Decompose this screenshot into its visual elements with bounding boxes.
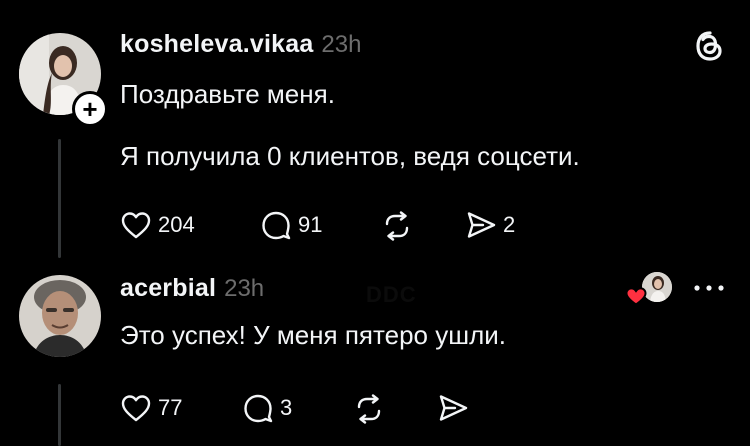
reply-count: 91 — [298, 212, 323, 237]
like-count: 204 — [158, 212, 195, 237]
post-text-line1: Поздравьте меня. — [120, 79, 335, 109]
comment-icon — [262, 211, 291, 240]
author-liked-indicator — [625, 272, 673, 306]
thread-line — [58, 139, 61, 258]
reply-username[interactable]: acerbial — [120, 274, 216, 303]
reply-like-count: 77 — [158, 395, 183, 420]
reply-timestamp: 23h — [224, 275, 265, 302]
more-options-button[interactable] — [692, 281, 726, 299]
more-icon — [694, 285, 724, 291]
reply-header: acerbial 23h — [120, 274, 264, 303]
post-text-line2: Я получила 0 клиентов, ведя соцсети. — [120, 141, 580, 171]
reply-avatar[interactable] — [19, 275, 101, 357]
watermark: DDC — [366, 282, 417, 307]
post-header: kosheleva.vikaa 23h — [120, 30, 361, 59]
threads-logo-icon[interactable] — [693, 29, 727, 63]
repost-button[interactable] — [381, 211, 413, 241]
reply-share-button[interactable] — [437, 393, 469, 423]
reply-thread-line — [58, 384, 61, 446]
repost-icon — [385, 211, 409, 241]
post-username[interactable]: kosheleva.vikaa — [120, 30, 313, 59]
repost-icon — [357, 394, 381, 424]
reply-reply-count: 3 — [280, 395, 293, 420]
heart-icon — [121, 212, 151, 239]
reply-reply-button[interactable]: 3 — [242, 393, 292, 423]
heart-icon — [121, 395, 151, 422]
post-timestamp: 23h — [321, 31, 362, 58]
reply-button[interactable]: 91 — [260, 210, 322, 240]
send-icon — [439, 395, 468, 421]
follow-plus-icon[interactable]: + — [72, 91, 108, 127]
heart-icon — [625, 287, 647, 306]
like-button[interactable]: 204 — [120, 210, 195, 240]
comment-icon — [244, 394, 273, 423]
reply-like-button[interactable]: 77 — [120, 393, 182, 423]
share-count: 2 — [503, 212, 516, 237]
reply-text: Это успех! У меня пятеро ушли. — [120, 320, 507, 350]
share-button[interactable]: 2 — [465, 210, 515, 240]
send-icon — [467, 212, 496, 238]
reply-repost-button[interactable] — [353, 394, 385, 424]
